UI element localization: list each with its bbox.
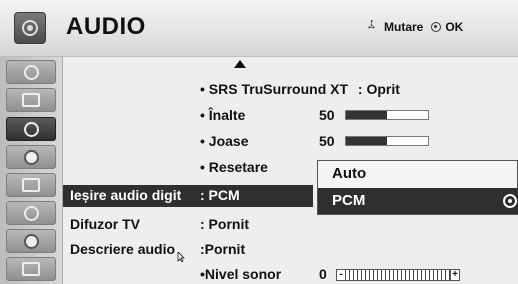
audio-description-value: :Pornit bbox=[200, 241, 246, 257]
sidebar-item-time[interactable] bbox=[6, 145, 56, 169]
audio-menu-icon bbox=[14, 12, 46, 44]
nav-hint: Mutare OK bbox=[366, 17, 464, 34]
bass-slider-fill bbox=[346, 137, 387, 145]
audio-description-label: Descriere audio bbox=[70, 241, 176, 257]
sidebar-item-bluetooth[interactable] bbox=[6, 229, 56, 253]
srs-label: • SRS TruSurround XT bbox=[200, 81, 349, 97]
bass-slider[interactable] bbox=[345, 136, 429, 146]
ok-button-icon bbox=[431, 22, 442, 32]
popup-option-pcm[interactable]: PCM bbox=[318, 188, 518, 214]
treble-label: • Înalte bbox=[200, 107, 246, 123]
audio-icon bbox=[24, 122, 39, 137]
tv-osd-screen: AUDIO Mutare OK • SRS TruSurround XT : O… bbox=[0, 0, 518, 284]
sidebar-item-audio[interactable] bbox=[6, 117, 56, 141]
screen-icon bbox=[22, 93, 40, 107]
bass-value: 50 bbox=[319, 133, 335, 149]
volume-label: •Nivel sonor bbox=[200, 266, 282, 282]
volume-value: 0 bbox=[319, 266, 327, 282]
volume-plus-icon[interactable]: + bbox=[450, 269, 460, 281]
sidebar-item-movie[interactable] bbox=[6, 257, 56, 281]
speaker-dot bbox=[27, 25, 33, 31]
digital-out-label: Ieșire audio digit bbox=[70, 187, 182, 203]
popup-option-pcm-label: PCM bbox=[332, 192, 366, 209]
tv-speaker-label: Difuzor TV bbox=[70, 216, 140, 232]
option-icon bbox=[22, 178, 40, 192]
hint-ok-label: OK bbox=[445, 20, 464, 34]
menu-item-reset[interactable]: • Resetare bbox=[200, 159, 268, 175]
digital-out-value: : PCM bbox=[200, 187, 240, 203]
scroll-up-arrow-icon[interactable] bbox=[234, 60, 246, 68]
page-title: AUDIO bbox=[66, 13, 146, 40]
digital-out-popup: Auto PCM bbox=[317, 160, 518, 215]
menu-item-digital-out[interactable]: Ieșire audio digit : PCM bbox=[63, 185, 313, 207]
picture-icon bbox=[24, 65, 39, 80]
category-sidebar bbox=[0, 57, 63, 284]
menu-item-srs[interactable]: • SRS TruSurround XT : Oprit bbox=[200, 81, 400, 97]
header-bar: AUDIO Mutare OK bbox=[0, 0, 518, 57]
volume-slider[interactable]: - + bbox=[336, 269, 460, 281]
treble-slider-fill bbox=[346, 111, 387, 119]
treble-value: 50 bbox=[319, 107, 335, 123]
sidebar-item-picture[interactable] bbox=[6, 60, 56, 84]
sidebar-item-lock[interactable] bbox=[6, 201, 56, 225]
volume-minus-icon[interactable]: - bbox=[336, 269, 346, 281]
selected-radio-icon bbox=[503, 194, 517, 208]
sidebar-item-option[interactable] bbox=[6, 173, 56, 197]
tv-speaker-value: : Pornit bbox=[200, 216, 249, 232]
srs-value: : Oprit bbox=[357, 81, 400, 97]
movie-icon bbox=[22, 262, 40, 276]
reset-label: • Resetare bbox=[200, 159, 268, 175]
bluetooth-icon bbox=[24, 234, 39, 249]
lock-icon bbox=[24, 206, 39, 221]
mouse-cursor-icon bbox=[177, 252, 185, 262]
time-icon bbox=[24, 150, 39, 165]
popup-option-auto[interactable]: Auto bbox=[318, 161, 518, 187]
treble-slider[interactable] bbox=[345, 110, 429, 120]
bass-label: • Joase bbox=[200, 133, 249, 149]
sidebar-item-screen[interactable] bbox=[6, 88, 56, 112]
navigation-arrows-icon bbox=[366, 17, 380, 34]
hint-move-label: Mutare bbox=[384, 20, 424, 34]
